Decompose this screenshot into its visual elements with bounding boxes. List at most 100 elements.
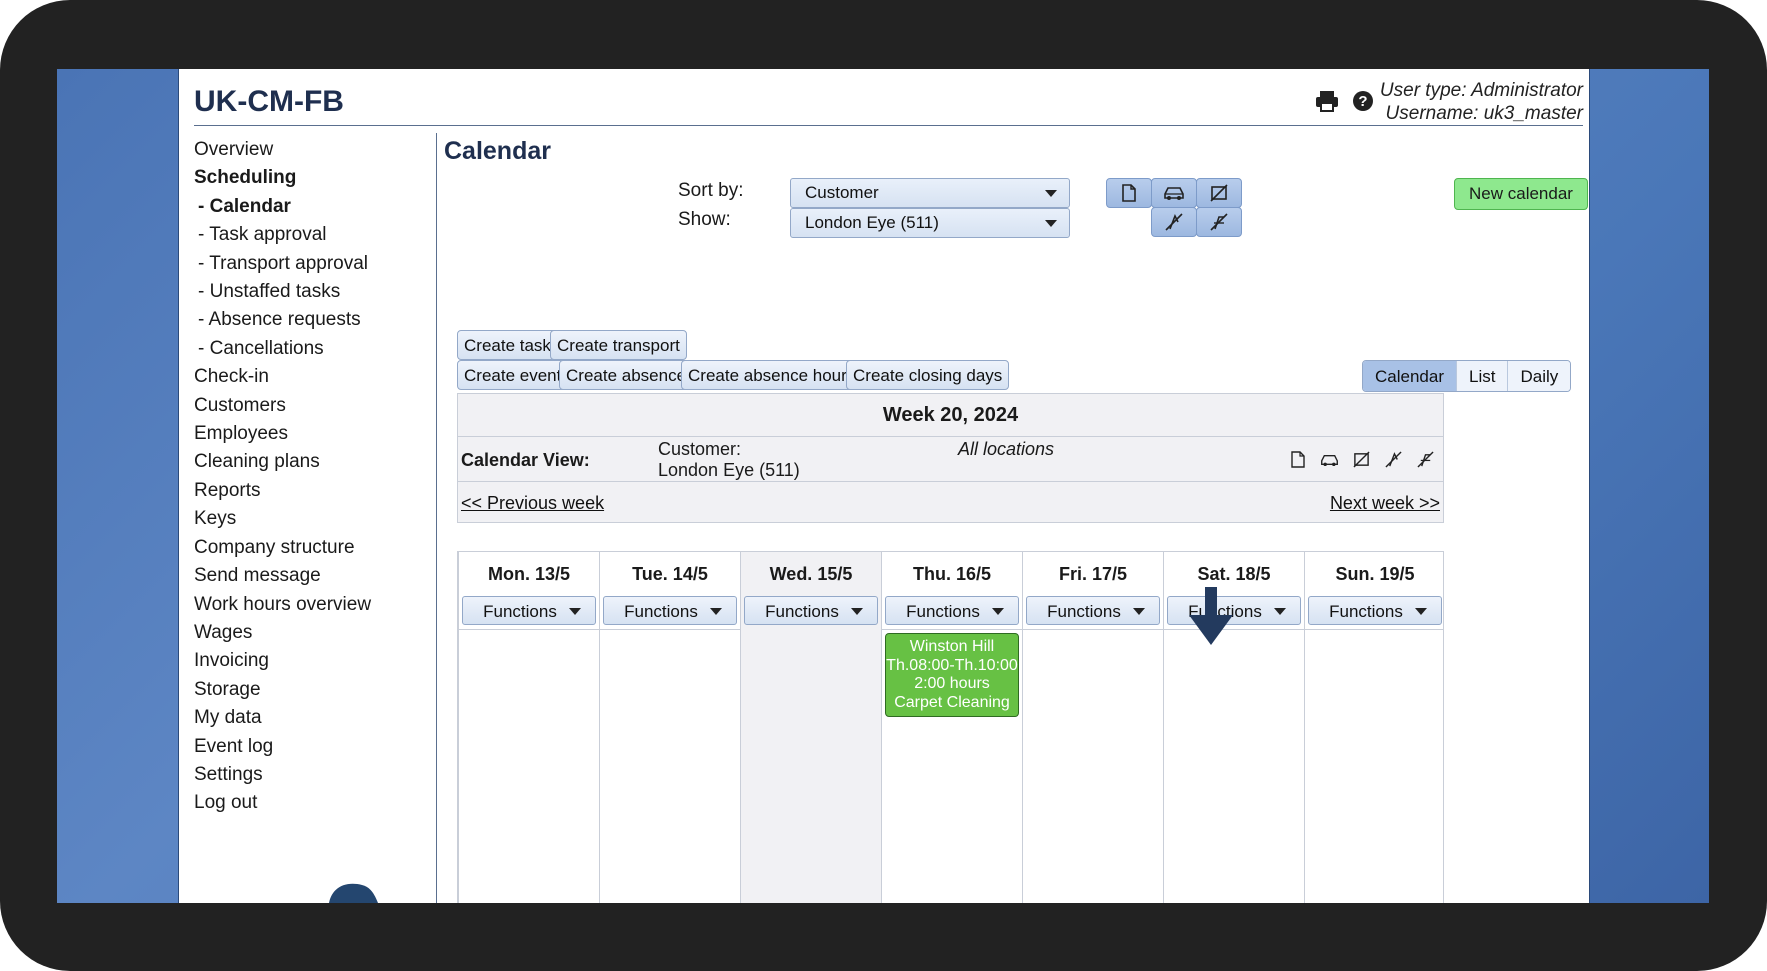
calendar-view-customer: Customer: London Eye (511): [658, 439, 800, 481]
filter-closing-button[interactable]: [1196, 207, 1242, 237]
sidebar-item-cancellations[interactable]: - Cancellations: [194, 335, 434, 363]
document-icon: [1288, 450, 1307, 469]
task-type: Carpet Cleaning: [894, 693, 1010, 711]
chevron-down-icon: [569, 608, 581, 615]
day-header: Mon. 13/5: [487, 564, 571, 584]
task-name: Winston Hill: [909, 638, 995, 655]
closing-icon: [1416, 450, 1435, 469]
print-icon[interactable]: [1315, 89, 1339, 113]
username: Username: uk3_master: [1385, 103, 1583, 124]
functions-dropdown[interactable]: Functions: [1026, 596, 1160, 625]
filter-absence-button[interactable]: [1151, 207, 1197, 237]
main-content: Calendar Sort by: Customer Show: London …: [444, 133, 1588, 903]
crossed-box-icon: [1210, 184, 1228, 202]
day-column: Mon. 13/5 Functions: [458, 552, 599, 903]
car-icon: [1164, 187, 1184, 200]
sidebar-item-wages[interactable]: Wages: [194, 619, 434, 647]
create-transport-button[interactable]: Create transport: [550, 330, 687, 360]
user-type: User type: Administrator: [1379, 80, 1583, 101]
sidebar-item-cleaning-plans[interactable]: Cleaning plans: [194, 448, 434, 476]
sidebar-item-scheduling[interactable]: Scheduling: [194, 164, 434, 192]
functions-dropdown[interactable]: Functions: [885, 596, 1019, 625]
sidebar-item-log-out[interactable]: Log out: [194, 789, 434, 817]
calendar-view-icons: [1288, 450, 1435, 469]
day-column: Tue. 14/5 Functions: [599, 552, 740, 903]
absence-icon: [1165, 213, 1183, 231]
crossed-box-icon: [1352, 450, 1371, 469]
day-header: Sun. 19/5: [1335, 564, 1415, 584]
sidebar-item-overview[interactable]: Overview: [194, 136, 434, 164]
sort-label: Sort by:: [678, 180, 744, 201]
calendar-info-box: Week 20, 2024 Calendar View: Customer: L…: [457, 393, 1444, 523]
create-closing-days-button[interactable]: Create closing days: [846, 360, 1010, 390]
chevron-down-icon: [710, 608, 722, 615]
sidebar-item-transport-approval[interactable]: - Transport approval: [194, 250, 434, 278]
sidebar-item-task-approval[interactable]: - Task approval: [194, 221, 434, 249]
header-divider: [194, 125, 1583, 126]
day-header: Wed. 15/5: [769, 564, 853, 584]
divider: [458, 436, 1443, 437]
sidebar-item-unstaffed-tasks[interactable]: - Unstaffed tasks: [194, 278, 434, 306]
functions-label: Functions: [483, 602, 557, 621]
sidebar-nav: Overview Scheduling - Calendar - Task appro…: [194, 136, 434, 818]
sidebar-item-employees[interactable]: Employees: [194, 420, 434, 448]
svg-text:?: ?: [1358, 93, 1367, 110]
sidebar-item-storage[interactable]: Storage: [194, 676, 434, 704]
sidebar-item-absence-requests[interactable]: - Absence requests: [194, 306, 434, 334]
sidebar-item-check-in[interactable]: Check-in: [194, 363, 434, 391]
sidebar-item-invoicing[interactable]: Invoicing: [194, 647, 434, 675]
tab-daily[interactable]: Daily: [1507, 361, 1571, 391]
sidebar-item-reports[interactable]: Reports: [194, 477, 434, 505]
closing-icon: [1210, 213, 1228, 231]
filter-task-button[interactable]: [1106, 178, 1152, 208]
view-toggle: Calendar List Daily: [1362, 360, 1572, 392]
filter-transport-button[interactable]: [1151, 178, 1197, 208]
create-absence-hours-button[interactable]: Create absence hours: [681, 360, 863, 390]
customer-label: Customer:: [658, 439, 742, 459]
sidebar-item-send-message[interactable]: Send message: [194, 562, 434, 590]
sort-select-value: Customer: [805, 183, 879, 202]
divider: [458, 481, 1443, 482]
sidebar-item-work-hours-overview[interactable]: Work hours overview: [194, 591, 434, 619]
filter-event-button[interactable]: [1196, 178, 1242, 208]
chevron-down-icon: [1045, 220, 1057, 227]
sidebar-item-customers[interactable]: Customers: [194, 392, 434, 420]
functions-label: Functions: [1329, 602, 1403, 621]
create-absence-button[interactable]: Create absence: [559, 360, 694, 390]
chevron-down-icon: [992, 608, 1004, 615]
document-icon: [1122, 184, 1136, 202]
week-grid: Mon. 13/5 Functions Tue. 14/5 Functions Wed.…: [457, 551, 1444, 903]
tab-list[interactable]: List: [1456, 361, 1508, 391]
previous-week-link[interactable]: << Previous week: [461, 493, 604, 514]
functions-dropdown[interactable]: Functions: [744, 596, 878, 625]
day-header: Thu. 16/5: [912, 564, 992, 584]
task-card[interactable]: Winston Hill Th.08:00-Th.10:00 2:00 hours C…: [885, 633, 1019, 717]
tab-calendar[interactable]: Calendar: [1363, 361, 1456, 391]
functions-dropdown[interactable]: Functions: [1308, 596, 1442, 625]
sidebar-item-my-data[interactable]: My data: [194, 704, 434, 732]
sort-select[interactable]: Customer: [790, 178, 1070, 208]
new-calendar-button[interactable]: New calendar: [1454, 178, 1588, 210]
functions-dropdown[interactable]: Functions: [462, 596, 596, 625]
functions-label: Functions: [906, 602, 980, 621]
help-icon[interactable]: ?: [1351, 89, 1375, 113]
app-page: UK-CM-FB ? User type: Administrator User…: [178, 69, 1590, 903]
functions-label: Functions: [765, 602, 839, 621]
sidebar-item-keys[interactable]: Keys: [194, 505, 434, 533]
sidebar-item-settings[interactable]: Settings: [194, 761, 434, 789]
day-column: Fri. 17/5 Functions: [1022, 552, 1163, 903]
page-title: Calendar: [444, 137, 551, 165]
chevron-down-icon: [1133, 608, 1145, 615]
day-header: Fri. 17/5: [1058, 564, 1128, 584]
sidebar-item-event-log[interactable]: Event log: [194, 733, 434, 761]
sidebar-item-company-structure[interactable]: Company structure: [194, 534, 434, 562]
week-title: Week 20, 2024: [882, 404, 1019, 426]
functions-dropdown[interactable]: Functions: [603, 596, 737, 625]
create-event-button[interactable]: Create event: [457, 360, 569, 390]
next-week-link[interactable]: Next week >>: [1330, 493, 1440, 514]
site-title: UK-CM-FB: [194, 85, 344, 118]
header-icons: ?: [1315, 89, 1375, 113]
sidebar-item-calendar[interactable]: - Calendar: [194, 193, 434, 221]
create-task-button[interactable]: Create task: [457, 330, 558, 360]
show-select[interactable]: London Eye (511): [790, 208, 1070, 238]
